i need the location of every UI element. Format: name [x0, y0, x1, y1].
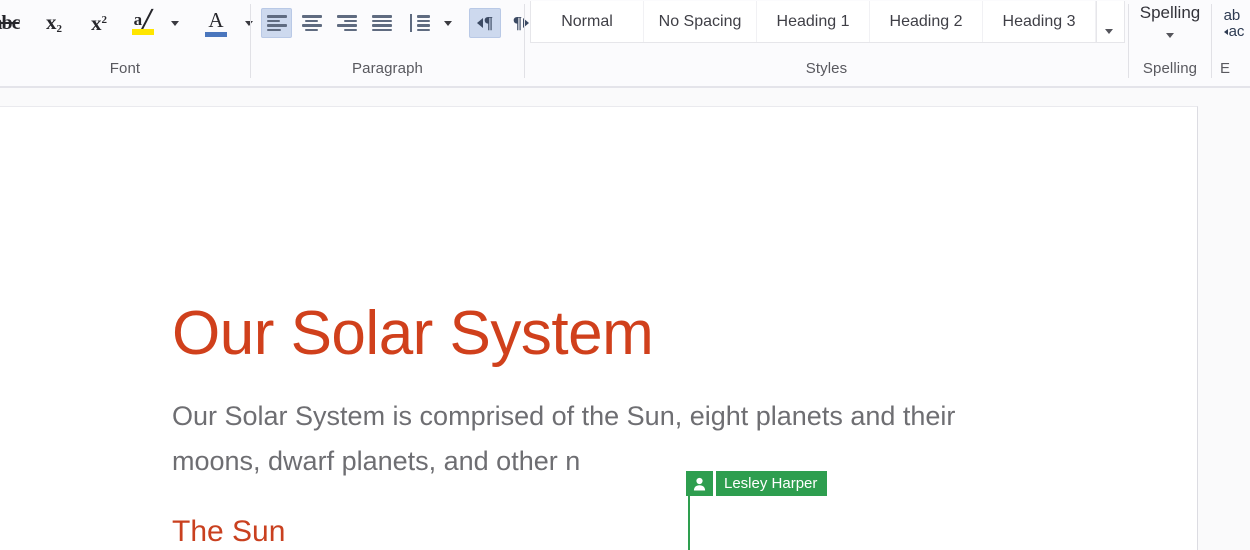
style-label: Normal	[561, 12, 613, 30]
line-spacing-icon	[406, 14, 430, 32]
align-right-icon	[336, 15, 357, 31]
ltr-text-direction-button[interactable]: ¶	[469, 8, 501, 38]
justify-button[interactable]	[366, 8, 397, 38]
style-label: Heading 2	[889, 12, 963, 30]
styles-group-label: Styles	[805, 60, 848, 77]
spelling-group-label: Spelling	[1142, 60, 1198, 77]
text-highlight-color-dropdown[interactable]	[160, 8, 186, 38]
collaborator-avatar	[686, 471, 713, 496]
font-group-label: Font	[109, 60, 141, 77]
collaborator-cursor	[688, 496, 690, 550]
style-heading-2[interactable]: Heading 2	[870, 1, 983, 42]
align-left-button[interactable]	[261, 8, 292, 38]
person-icon	[693, 477, 706, 490]
ribbon-group-editor: ab ac E	[1212, 0, 1250, 86]
thesaurus-icon-top: ab	[1223, 7, 1241, 25]
style-no-spacing[interactable]: No Spacing	[644, 1, 757, 42]
paragraph-group-label: Paragraph	[352, 60, 423, 77]
thesaurus-icon-bottom: ac	[1228, 23, 1245, 40]
chevron-down-icon	[1104, 29, 1113, 34]
text-highlight-color-button[interactable]: a╱	[126, 8, 160, 38]
style-heading-1[interactable]: Heading 1	[757, 1, 870, 42]
chevron-down-icon	[443, 20, 452, 26]
superscript-button[interactable]: x2	[79, 8, 119, 38]
subscript-button[interactable]: x2	[34, 8, 74, 38]
highlighter-icon: a╱	[132, 11, 154, 35]
style-label: No Spacing	[658, 12, 742, 30]
document-canvas[interactable]: Our Solar System Our Solar System is com…	[0, 88, 1250, 550]
font-color-icon: A	[205, 9, 227, 37]
styles-more-button[interactable]	[1096, 1, 1120, 42]
spelling-button[interactable]: Spelling	[1127, 2, 1213, 38]
align-center-button[interactable]	[296, 8, 327, 38]
document-heading-the-sun: The Sun	[172, 514, 286, 548]
chevron-down-icon	[170, 20, 179, 26]
strikethrough-icon: abc	[0, 11, 21, 34]
subscript-icon: x2	[46, 9, 62, 35]
ltr-text-direction-icon: ¶	[476, 13, 493, 33]
line-spacing-button[interactable]	[403, 8, 433, 38]
styles-gallery[interactable]: Normal No Spacing Heading 1 Heading 2 He…	[530, 1, 1125, 43]
justify-icon	[371, 15, 392, 31]
ribbon: abc x2 x2 a╱ A	[0, 0, 1250, 88]
align-center-icon	[301, 15, 322, 31]
ribbon-group-font: abc x2 x2 a╱ A	[0, 0, 253, 86]
align-left-icon	[266, 15, 287, 31]
font-color-button[interactable]: A	[198, 8, 234, 38]
collaborator-name: Lesley Harper	[716, 471, 828, 496]
spelling-button-label: Spelling	[1139, 3, 1201, 22]
chevron-down-icon[interactable]	[1166, 33, 1174, 38]
style-label: Heading 1	[776, 12, 850, 30]
collaborator-flag[interactable]: Lesley Harper	[686, 471, 828, 550]
ribbon-group-styles: Normal No Spacing Heading 1 Heading 2 He…	[525, 0, 1128, 86]
thesaurus-button[interactable]: ab ac	[1218, 7, 1250, 40]
align-right-button[interactable]	[331, 8, 362, 38]
ribbon-group-spelling: Spelling Spelling	[1129, 0, 1211, 86]
thesaurus-icon: ab ac	[1223, 7, 1245, 40]
style-heading-3[interactable]: Heading 3	[983, 1, 1096, 42]
strikethrough-button[interactable]: abc	[0, 8, 26, 38]
style-label: Heading 3	[1002, 12, 1076, 30]
document-paragraph-1[interactable]: Our Solar System is comprised of the Sun…	[172, 394, 972, 484]
superscript-icon: x2	[91, 10, 107, 35]
document-title: Our Solar System	[172, 298, 654, 368]
editor-group-label: E	[1220, 60, 1231, 77]
ribbon-group-paragraph: ¶ ¶ Paragraph	[251, 0, 530, 86]
document-page[interactable]: Our Solar System Our Solar System is com…	[0, 106, 1198, 550]
line-spacing-dropdown[interactable]	[433, 8, 459, 38]
style-normal[interactable]: Normal	[531, 1, 644, 42]
